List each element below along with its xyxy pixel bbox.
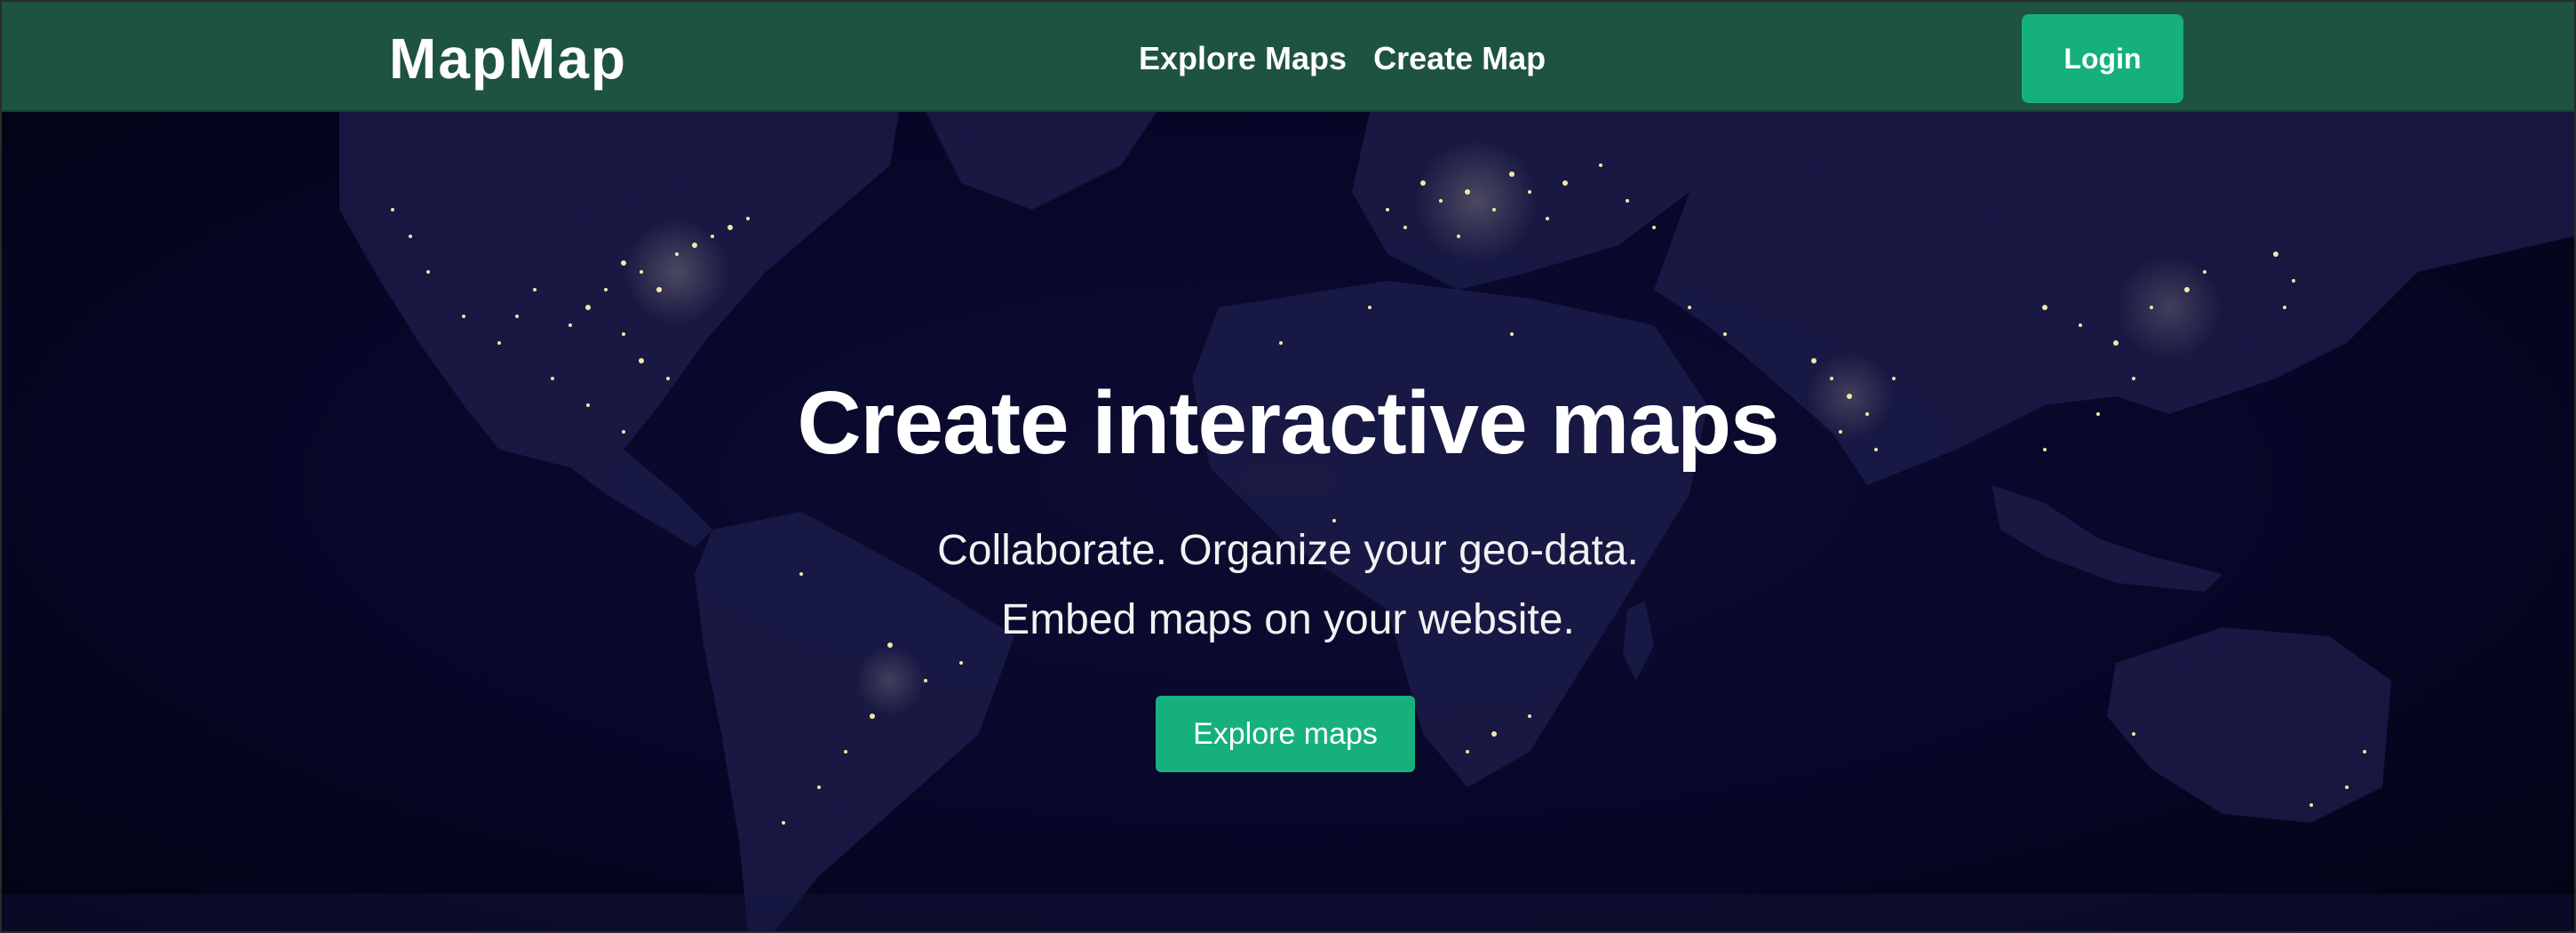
continents [2,112,2574,931]
night-earth-map-image [2,112,2574,931]
nav-explore-maps[interactable]: Explore Maps [1139,37,1347,80]
brand-logo[interactable]: MapMap [389,27,627,91]
hero-title: Create interactive maps [797,373,1779,473]
explore-maps-button[interactable]: Explore maps [1156,696,1415,772]
hero-subtitle-line-2: Embed maps on your website. [1001,596,1575,643]
hero-subtitle-line-1: Collaborate. Organize your geo-data. [937,527,1639,574]
nav-create-map[interactable]: Create Map [1373,37,1546,80]
top-navbar: MapMap Explore Maps Create Map Login [2,2,2574,112]
login-button[interactable]: Login [2022,14,2183,103]
main-nav: Explore Maps Create Map [1139,37,1546,80]
hero-section: Create interactive maps Collaborate. Org… [2,112,2574,931]
browser-viewport: MapMap Explore Maps Create Map Login Cre… [0,0,2576,933]
